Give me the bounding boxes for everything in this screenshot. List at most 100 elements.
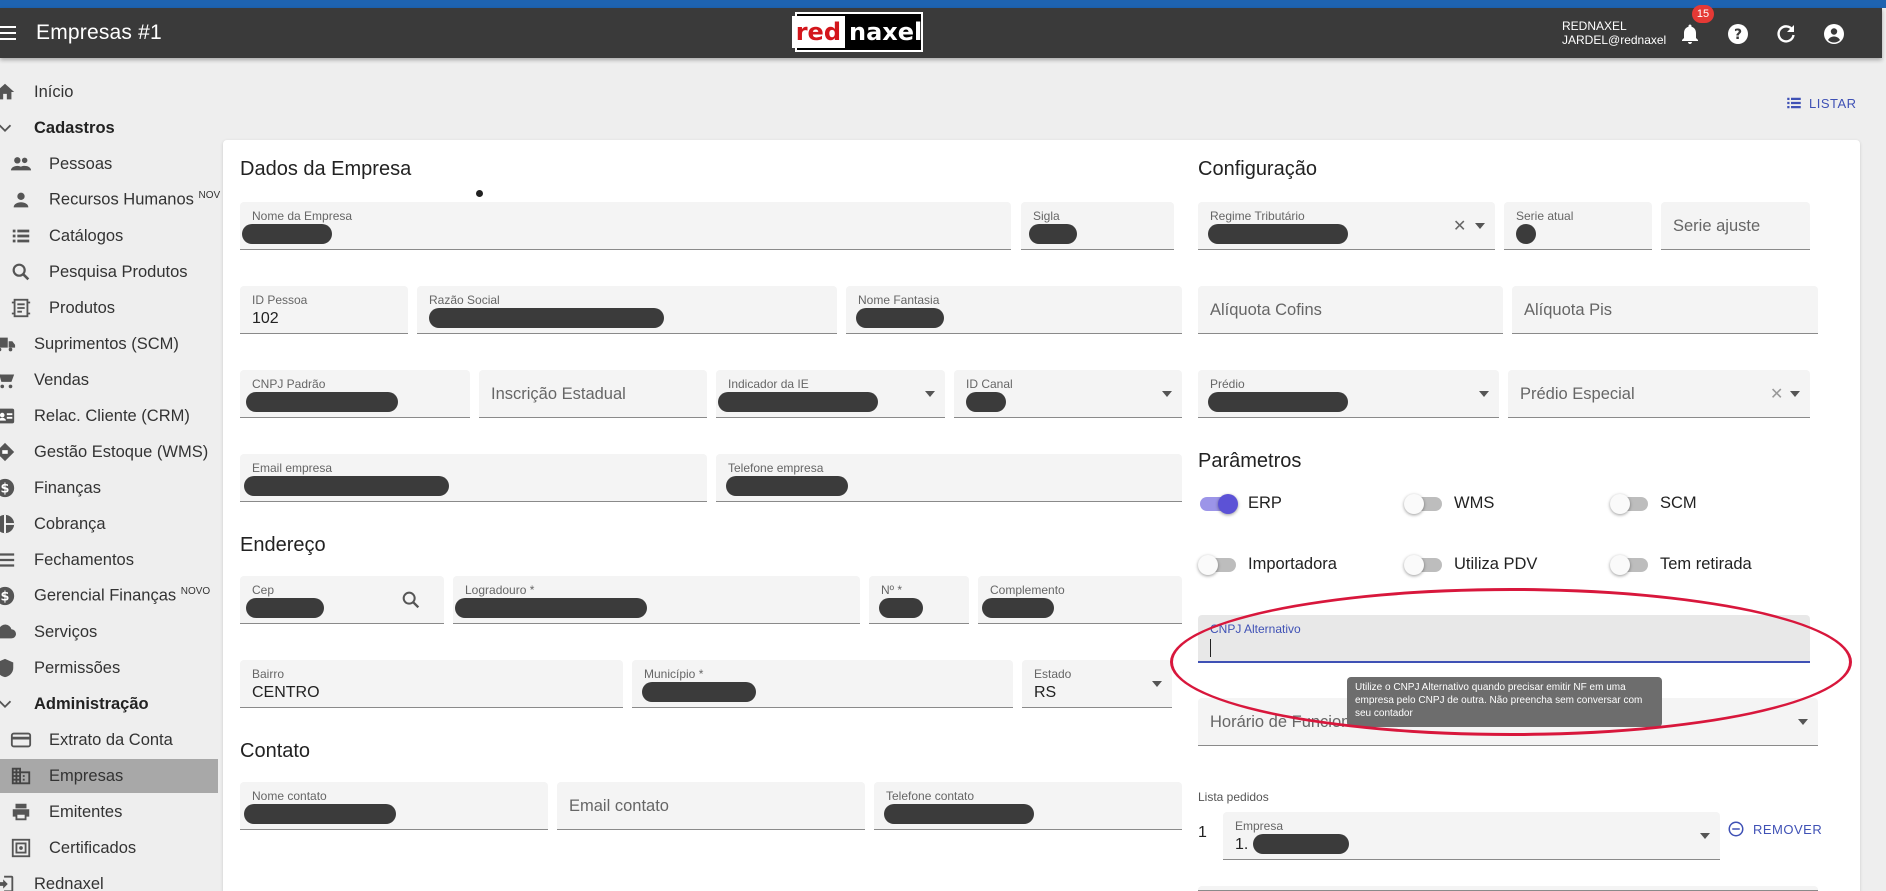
listar-button[interactable]: LISTAR bbox=[1785, 94, 1857, 112]
sidebar-item-catalogos[interactable]: Catálogos bbox=[0, 219, 218, 253]
redacted-value bbox=[246, 598, 324, 618]
redacted-value bbox=[879, 598, 923, 618]
logradouro-field[interactable]: Logradouro * bbox=[453, 576, 860, 624]
sidebar-item-servicos[interactable]: Serviços bbox=[0, 615, 218, 649]
serie-atual-field[interactable]: Serie atual bbox=[1504, 202, 1652, 250]
regime-tributario-select[interactable]: Regime Tributário ✕ bbox=[1198, 202, 1495, 250]
people-icon bbox=[10, 157, 32, 171]
dollar-icon: $ bbox=[0, 586, 15, 606]
redacted-value bbox=[1516, 224, 1536, 244]
sidebar-item-fechamentos[interactable]: Fechamentos bbox=[0, 543, 218, 577]
sidebar-item-empresas[interactable]: Empresas bbox=[0, 759, 218, 793]
switch-wms[interactable] bbox=[1404, 493, 1442, 514]
bell-icon[interactable] bbox=[1678, 22, 1702, 46]
cloud-icon bbox=[0, 624, 16, 639]
redacted-value bbox=[1029, 224, 1077, 244]
numero-field[interactable]: Nº * bbox=[869, 576, 969, 624]
toggle-erp[interactable]: ERP bbox=[1200, 493, 1282, 514]
toggle-utiliza-pdv[interactable]: Utiliza PDV bbox=[1404, 554, 1537, 575]
sidebar-item-certificados[interactable]: Certificados bbox=[0, 831, 218, 865]
nome-empresa-field[interactable]: Nome da Empresa bbox=[240, 202, 1011, 250]
redacted-value bbox=[1208, 392, 1348, 412]
sidebar-group-administracao[interactable]: Administração bbox=[0, 687, 218, 721]
sidebar-item-pesquisa-produtos[interactable]: Pesquisa Produtos bbox=[0, 255, 218, 289]
svg-text:$: $ bbox=[1, 482, 10, 497]
razao-social-field[interactable]: Razão Social bbox=[417, 286, 837, 334]
bairro-field[interactable]: Bairro CENTRO bbox=[240, 660, 623, 708]
clear-icon[interactable]: ✕ bbox=[1770, 384, 1783, 404]
dropdown-arrow-icon bbox=[1152, 681, 1162, 687]
toggle-wms[interactable]: WMS bbox=[1404, 493, 1494, 514]
sidebar-item-crm[interactable]: Relac. Cliente (CRM) bbox=[0, 399, 218, 433]
nome-fantasia-field[interactable]: Nome Fantasia bbox=[846, 286, 1182, 334]
toggle-tem-retirada[interactable]: Tem retirada bbox=[1610, 554, 1752, 575]
sidebar-item-extrato-conta[interactable]: Extrato da Conta bbox=[0, 723, 218, 757]
redacted-value bbox=[856, 308, 944, 328]
switch-importadora[interactable] bbox=[1198, 554, 1236, 575]
sigla-field[interactable]: Sigla bbox=[1021, 202, 1174, 250]
toggle-importadora[interactable]: Importadora bbox=[1198, 554, 1337, 575]
redacted-value bbox=[1208, 224, 1348, 244]
serie-ajuste-field[interactable]: Serie ajuste bbox=[1661, 202, 1810, 250]
dropdown-arrow-icon bbox=[925, 391, 935, 397]
redacted-value bbox=[244, 476, 449, 496]
product-icon bbox=[11, 298, 31, 318]
email-contato-field[interactable]: Email contato bbox=[557, 782, 865, 830]
switch-tem-retirada[interactable] bbox=[1610, 554, 1648, 575]
user-company: REDNAXEL bbox=[1562, 19, 1627, 33]
sidebar-item-wms[interactable]: Gestão Estoque (WMS) bbox=[0, 435, 218, 469]
menu-icon[interactable] bbox=[0, 24, 18, 42]
lista-pedidos-index: 1 bbox=[1198, 824, 1207, 841]
sidebar-item-suprimentos[interactable]: Suprimentos (SCM) bbox=[0, 327, 218, 361]
cnpj-padrao-field[interactable]: CNPJ Padrão bbox=[240, 370, 470, 418]
list-icon bbox=[12, 229, 30, 243]
predio-select[interactable]: Prédio bbox=[1198, 370, 1499, 418]
sidebar-item-pessoas[interactable]: Pessoas bbox=[0, 147, 218, 181]
sidebar-item-vendas[interactable]: Vendas bbox=[0, 363, 218, 397]
cep-field[interactable]: Cep bbox=[240, 576, 444, 624]
nome-contato-field[interactable]: Nome contato bbox=[240, 782, 548, 830]
predio-especial-select[interactable]: Prédio Especial ✕ bbox=[1508, 370, 1810, 418]
sidebar-item-inicio[interactable]: Início bbox=[0, 75, 218, 109]
switch-erp[interactable] bbox=[1200, 493, 1238, 514]
sidebar-item-recursos-humanos[interactable]: Recursos Humanos NOV bbox=[0, 183, 220, 217]
sidebar-item-financas[interactable]: $ Finanças bbox=[0, 471, 218, 505]
id-pessoa-field[interactable]: ID Pessoa 102 bbox=[240, 286, 408, 334]
aliquota-pis-field[interactable]: Alíquota Pis bbox=[1512, 286, 1818, 334]
sidebar-item-gerencial-financas[interactable]: $ Gerencial Finanças NOVO bbox=[0, 579, 218, 613]
chevron-down-icon bbox=[0, 700, 12, 709]
top-stripe bbox=[0, 0, 1886, 8]
account-icon[interactable] bbox=[1822, 22, 1846, 46]
toggle-scm[interactable]: SCM bbox=[1610, 493, 1697, 514]
inscricao-estadual-field[interactable]: Inscrição Estadual bbox=[479, 370, 707, 418]
sidebar-item-rednaxel[interactable]: Rednaxel bbox=[0, 867, 218, 891]
sidebar-group-cadastros[interactable]: Cadastros bbox=[0, 111, 218, 145]
indicador-ie-select[interactable]: Indicador da IE bbox=[716, 370, 945, 418]
sidebar-item-permissoes[interactable]: Permissões bbox=[0, 651, 218, 685]
search-icon[interactable] bbox=[400, 589, 422, 611]
clear-icon[interactable]: ✕ bbox=[1453, 216, 1466, 236]
telefone-contato-field[interactable]: Telefone contato bbox=[874, 782, 1182, 830]
municipio-field[interactable]: Município * bbox=[632, 660, 1013, 708]
id-canal-select[interactable]: ID Canal bbox=[954, 370, 1182, 418]
remover-button[interactable]: REMOVER bbox=[1727, 820, 1822, 838]
cnpj-alternativo-field[interactable]: CNPJ Alternativo bbox=[1198, 615, 1810, 663]
app-bar: Empresas #1 red naxel REDNAXEL JARDEL@red… bbox=[0, 8, 1882, 58]
email-empresa-field[interactable]: Email empresa bbox=[240, 454, 707, 502]
switch-utiliza-pdv[interactable] bbox=[1404, 554, 1442, 575]
complemento-field[interactable]: Complemento bbox=[978, 576, 1182, 624]
aliquota-cofins-field[interactable]: Alíquota Cofins bbox=[1198, 286, 1503, 334]
help-icon[interactable]: ? bbox=[1726, 22, 1750, 46]
redacted-value bbox=[244, 804, 396, 824]
switch-scm[interactable] bbox=[1610, 493, 1648, 514]
sidebar-item-emitentes[interactable]: Emitentes bbox=[0, 795, 218, 829]
redacted-value bbox=[884, 804, 1034, 824]
telefone-empresa-field[interactable]: Telefone empresa bbox=[716, 454, 1182, 502]
refresh-icon[interactable] bbox=[1774, 22, 1798, 46]
sidebar-item-cobranca[interactable]: Cobrança bbox=[0, 507, 218, 541]
cursor-dot bbox=[476, 190, 483, 197]
estado-select[interactable]: Estado RS bbox=[1022, 660, 1172, 708]
sidebar-item-produtos[interactable]: Produtos bbox=[0, 291, 218, 325]
empresa-select[interactable]: Empresa 1. bbox=[1223, 812, 1720, 860]
home-icon bbox=[0, 83, 15, 100]
